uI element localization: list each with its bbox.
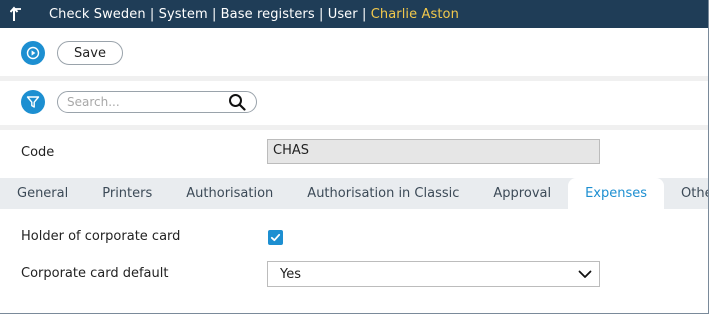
tab-approval[interactable]: Approval [476,178,568,209]
corporate-card-default-value: Yes [280,267,301,282]
breadcrumb: Check Sweden | System | Base registers |… [49,7,459,22]
search-icon[interactable] [228,93,246,111]
tab-printers[interactable]: Printers [85,178,169,209]
tab-bar: General Printers Authorisation Authorisa… [0,178,708,209]
corporate-card-default-select[interactable]: Yes [267,261,600,287]
search-input[interactable] [67,94,227,110]
breadcrumb-path: Check Sweden | System | Base registers |… [49,6,371,22]
header-bar: Check Sweden | System | Base registers |… [0,0,708,28]
filter-icon [26,96,40,108]
run-button[interactable] [21,41,45,65]
checkmark-icon [270,233,281,242]
tab-expenses[interactable]: Expenses [568,178,665,209]
holder-of-corporate-card-checkbox[interactable] [268,230,283,245]
search-field[interactable] [57,91,257,113]
action-toolbar: Save [0,28,708,76]
expenses-panel: Holder of corporate card Corporate card … [0,209,708,313]
code-label: Code [21,145,55,160]
back-arrow-icon[interactable] [0,0,34,28]
breadcrumb-user-name[interactable]: Charlie Aston [371,7,459,22]
app-window: Check Sweden | System | Base registers |… [0,0,709,314]
form-header: Code CHAS [0,130,708,178]
corporate-card-default-label: Corporate card default [21,266,169,281]
tab-authorisation-in-classic[interactable]: Authorisation in Classic [290,178,476,209]
holder-of-corporate-card-label: Holder of corporate card [21,229,181,244]
tab-authorisation[interactable]: Authorisation [169,178,290,209]
chevron-down-icon [578,270,592,278]
tab-other[interactable]: Other [664,178,708,209]
filter-button[interactable] [21,90,45,114]
search-toolbar [0,81,708,125]
save-button[interactable]: Save [57,41,123,65]
tab-general[interactable]: General [0,178,85,209]
code-field: CHAS [267,139,600,164]
play-icon [26,46,40,60]
